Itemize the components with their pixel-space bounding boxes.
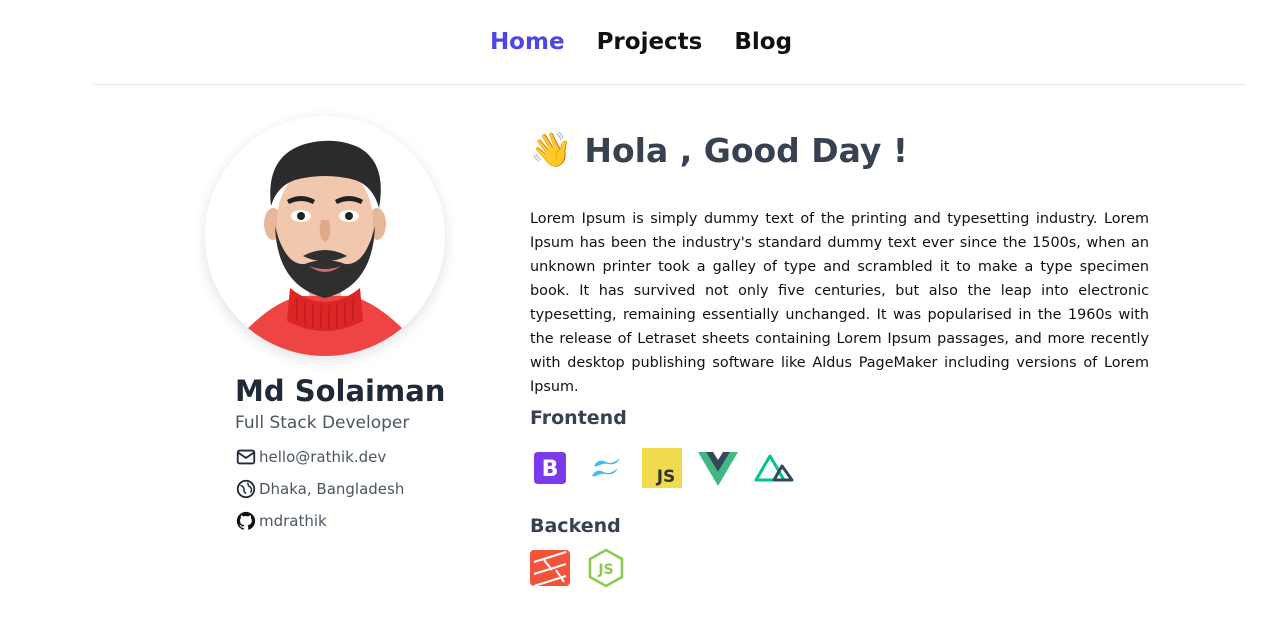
avatar: [205, 116, 445, 356]
backend-icons: JS: [530, 548, 626, 588]
globe-icon: [236, 479, 256, 499]
waving-hand-icon: 👋: [530, 130, 573, 170]
top-nav: Home Projects Blog: [0, 0, 1282, 84]
frontend-icons: B JS: [530, 448, 794, 488]
mail-icon: [236, 449, 256, 465]
greeting-heading: 👋 Hola , Good Day !: [530, 130, 908, 170]
backend-title: Backend: [530, 515, 621, 537]
vue-icon: [698, 448, 738, 488]
frontend-title: Frontend: [530, 407, 627, 429]
greeting-text: Hola , Good Day !: [584, 130, 908, 170]
contact-email-text[interactable]: hello@rathik.dev: [259, 448, 386, 466]
nodejs-icon: JS: [586, 548, 626, 588]
nav-blog-link[interactable]: Blog: [734, 29, 792, 55]
github-icon: [236, 511, 256, 530]
contact-email[interactable]: hello@rathik.dev: [235, 446, 386, 468]
contact-location-text: Dhaka, Bangladesh: [259, 480, 405, 498]
nav-projects-link[interactable]: Projects: [597, 29, 703, 55]
contact-github-text[interactable]: mdrathik: [259, 512, 327, 530]
nuxt-icon: [754, 448, 794, 488]
contact-github[interactable]: mdrathik: [235, 510, 327, 532]
profile-card: Md Solaiman Full Stack Developer hello@r…: [205, 116, 485, 530]
profile-name: Md Solaiman: [235, 374, 446, 408]
nav-divider: [93, 84, 1246, 85]
bio-paragraph: Lorem Ipsum is simply dummy text of the …: [530, 211, 1149, 395]
contact-location: Dhaka, Bangladesh: [235, 478, 404, 500]
svg-text:JS: JS: [597, 562, 613, 578]
avatar-illustration: [245, 140, 405, 356]
nav-home-link[interactable]: Home: [490, 29, 565, 55]
tailwind-icon: [586, 448, 626, 488]
laravel-icon: [530, 548, 570, 588]
svg-text:JS: JS: [656, 467, 676, 487]
svg-text:B: B: [542, 457, 559, 482]
profile-role: Full Stack Developer: [235, 413, 410, 433]
bootstrap-icon: B: [530, 448, 570, 488]
javascript-icon: JS: [642, 448, 682, 488]
